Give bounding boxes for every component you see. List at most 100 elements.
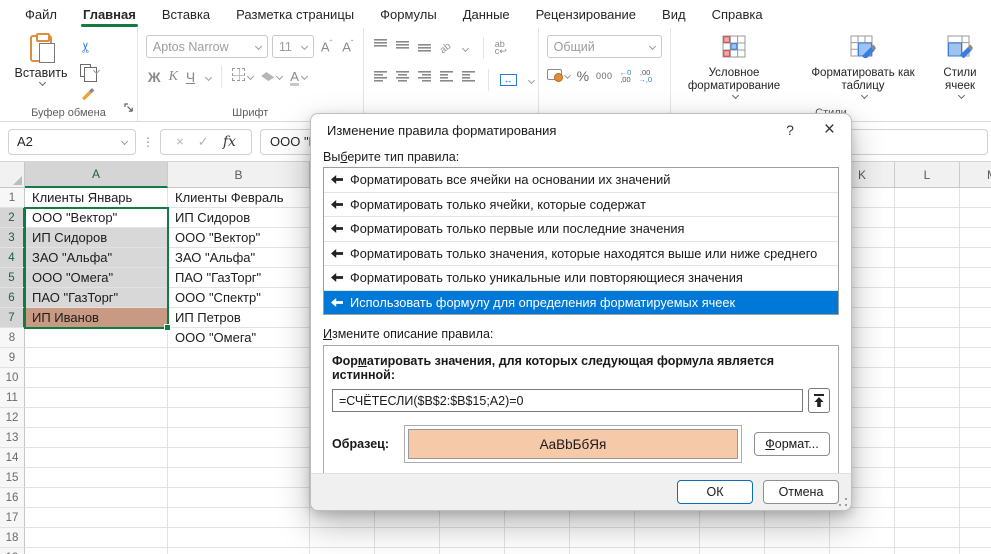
cell-M18[interactable] xyxy=(960,528,991,548)
cancel-button[interactable]: Отмена xyxy=(763,480,839,504)
row-header-18[interactable]: 18 xyxy=(0,528,25,548)
cell-M1[interactable] xyxy=(960,188,991,208)
row-header-2[interactable]: 2 xyxy=(0,208,25,228)
font-name-select[interactable]: Aptos Narrow xyxy=(146,35,268,58)
row-header-19[interactable]: 19 xyxy=(0,548,25,554)
cell-M8[interactable] xyxy=(960,328,991,348)
paste-button[interactable]: Вставить xyxy=(10,35,72,103)
cell-C17[interactable] xyxy=(310,508,375,528)
ribbon-tab-7[interactable]: Рецензирование xyxy=(523,0,649,28)
row-header-12[interactable]: 12 xyxy=(0,408,25,428)
cell-M13[interactable] xyxy=(960,428,991,448)
cell-M5[interactable] xyxy=(960,268,991,288)
cell-J17[interactable] xyxy=(765,508,830,528)
rule-type-option-4[interactable]: Форматировать только значения, которые н… xyxy=(324,242,838,267)
cell-B12[interactable] xyxy=(168,408,310,428)
col-header-B[interactable]: B xyxy=(168,162,310,188)
row-header-8[interactable]: 8 xyxy=(0,328,25,348)
col-header-L[interactable]: L xyxy=(895,162,960,188)
orientation-button[interactable]: ab xyxy=(437,40,453,56)
cell-B16[interactable] xyxy=(168,488,310,508)
resize-grip[interactable] xyxy=(837,496,848,507)
cell-B9[interactable] xyxy=(168,348,310,368)
increase-decimal-button[interactable]: ←0,00 xyxy=(620,69,632,83)
cell-A13[interactable] xyxy=(25,428,168,448)
cell-G18[interactable] xyxy=(570,528,635,548)
cell-M3[interactable] xyxy=(960,228,991,248)
row-header-3[interactable]: 3 xyxy=(0,228,25,248)
cell-K18[interactable] xyxy=(830,528,895,548)
percent-style-button[interactable]: % xyxy=(577,68,589,84)
close-icon[interactable]: × xyxy=(824,121,835,139)
row-header-15[interactable]: 15 xyxy=(0,468,25,488)
col-header-A[interactable]: A xyxy=(25,162,168,188)
cell-styles-button[interactable]: Стили ячеек xyxy=(929,35,991,98)
underline-button[interactable]: Ч xyxy=(186,69,195,85)
align-top-button[interactable] xyxy=(374,39,387,57)
row-header-16[interactable]: 16 xyxy=(0,488,25,508)
cell-C19[interactable] xyxy=(310,548,375,554)
cell-B8[interactable]: ООО "Омега" xyxy=(168,328,310,348)
cell-M4[interactable] xyxy=(960,248,991,268)
help-button[interactable]: ? xyxy=(786,122,794,138)
cell-F17[interactable] xyxy=(505,508,570,528)
dialog-title-bar[interactable]: Изменение правила форматирования ? × xyxy=(311,114,851,146)
grow-font-button[interactable]: Aˆ xyxy=(318,39,335,54)
cell-B2[interactable]: ИП Сидоров xyxy=(168,208,310,228)
row-header-4[interactable]: 4 xyxy=(0,248,25,268)
cell-L19[interactable] xyxy=(895,548,960,554)
decrease-indent-button[interactable] xyxy=(440,71,453,89)
ribbon-tab-4[interactable]: Разметка страницы xyxy=(223,0,367,28)
cell-A3[interactable]: ИП Сидоров xyxy=(25,228,168,248)
align-left-button[interactable] xyxy=(374,71,387,89)
cell-M9[interactable] xyxy=(960,348,991,368)
row-header-11[interactable]: 11 xyxy=(0,388,25,408)
cell-M17[interactable] xyxy=(960,508,991,528)
ribbon-tab-9[interactable]: Справка xyxy=(699,0,776,28)
cell-B4[interactable]: ЗАО "Альфа" xyxy=(168,248,310,268)
cell-A4[interactable]: ЗАО "Альфа" xyxy=(25,248,168,268)
cell-F18[interactable] xyxy=(505,528,570,548)
comma-style-button[interactable]: 000 xyxy=(596,71,613,81)
cell-M6[interactable] xyxy=(960,288,991,308)
cell-A7[interactable]: ИП Иванов xyxy=(25,308,168,328)
cell-A9[interactable] xyxy=(25,348,168,368)
cell-B6[interactable]: ООО "Спектр" xyxy=(168,288,310,308)
cell-B11[interactable] xyxy=(168,388,310,408)
rule-formula-input[interactable] xyxy=(332,389,803,412)
cell-J18[interactable] xyxy=(765,528,830,548)
cell-H19[interactable] xyxy=(635,548,700,554)
align-bottom-button[interactable] xyxy=(418,39,431,57)
cell-E17[interactable] xyxy=(440,508,505,528)
wrap-text-button[interactable]: abc↩ xyxy=(495,41,507,55)
cell-B15[interactable] xyxy=(168,468,310,488)
cut-button[interactable]: ✂ xyxy=(80,37,99,57)
cell-A11[interactable] xyxy=(25,388,168,408)
format-as-table-button[interactable]: Форматировать как таблицу xyxy=(811,35,915,98)
accounting-format-button[interactable] xyxy=(547,67,570,85)
ribbon-tab-1[interactable]: Файл xyxy=(12,0,70,28)
font-size-select[interactable]: 11 xyxy=(272,35,314,58)
cell-L11[interactable] xyxy=(895,388,960,408)
cell-G17[interactable] xyxy=(570,508,635,528)
cell-D18[interactable] xyxy=(375,528,440,548)
rule-type-option-2[interactable]: Форматировать только ячейки, которые сод… xyxy=(324,193,838,218)
ribbon-tab-5[interactable]: Формулы xyxy=(367,0,450,28)
collapse-dialog-button[interactable] xyxy=(808,388,830,413)
copy-button[interactable] xyxy=(80,60,99,80)
cell-B7[interactable]: ИП Петров xyxy=(168,308,310,328)
italic-button[interactable]: К xyxy=(169,69,178,85)
cell-L4[interactable] xyxy=(895,248,960,268)
cell-M2[interactable] xyxy=(960,208,991,228)
cell-L9[interactable] xyxy=(895,348,960,368)
cell-L5[interactable] xyxy=(895,268,960,288)
cell-K17[interactable] xyxy=(830,508,895,528)
cell-A15[interactable] xyxy=(25,468,168,488)
cell-C18[interactable] xyxy=(310,528,375,548)
align-middle-button[interactable] xyxy=(396,39,409,57)
cell-K19[interactable] xyxy=(830,548,895,554)
row-header-13[interactable]: 13 xyxy=(0,428,25,448)
row-header-17[interactable]: 17 xyxy=(0,508,25,528)
increase-indent-button[interactable] xyxy=(462,71,475,89)
select-all-button[interactable] xyxy=(0,162,25,188)
